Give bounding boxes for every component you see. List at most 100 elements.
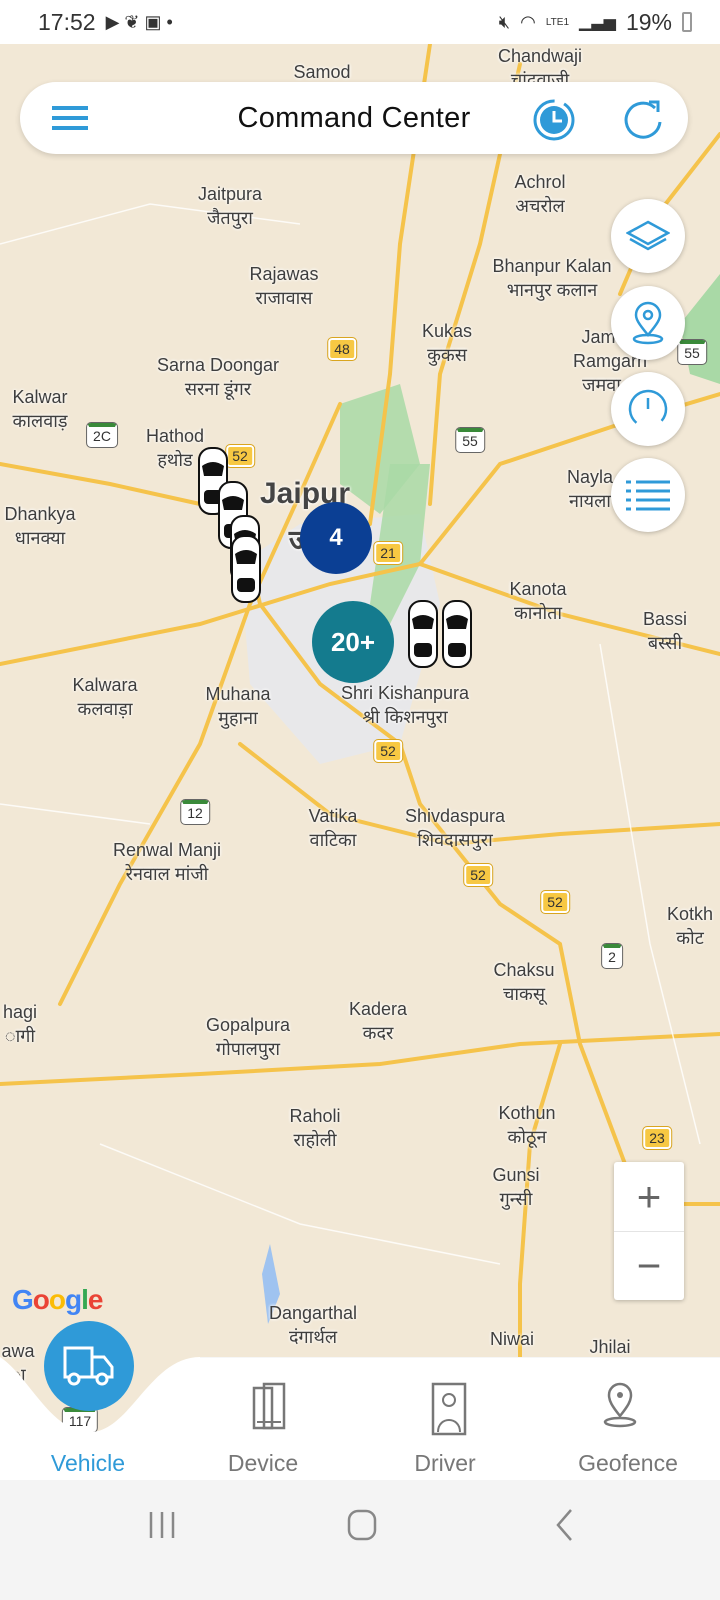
cluster-count: 4 — [329, 524, 343, 551]
signal-icon: ▁▃▅ — [579, 14, 616, 31]
map-place-label: राहोली — [293, 1130, 337, 1150]
highway-shield: 2C — [86, 422, 118, 448]
map-place-label: Kukas — [421, 321, 473, 341]
map-place-label: गोपालपुरा — [215, 1039, 281, 1059]
vehicle-cluster[interactable]: 4 — [300, 502, 372, 574]
vehicle-marker[interactable] — [406, 599, 440, 674]
map-place-label: Kothun — [498, 1103, 556, 1123]
map-place-label: Vatika — [308, 806, 358, 826]
recent-apps-button[interactable] — [148, 1510, 178, 1540]
geofence-icon[interactable] — [600, 1380, 640, 1434]
map-place-label: hagi — [2, 1002, 38, 1022]
vehicle-cluster[interactable]: 20+ — [312, 601, 394, 683]
highway-shield: 55 — [455, 427, 485, 453]
layers-button[interactable] — [611, 199, 685, 273]
highway-shield: 12 — [180, 799, 210, 825]
map-place-label: धानक्या — [14, 528, 66, 548]
page-title: Command Center — [237, 101, 471, 134]
speedometer-button[interactable] — [611, 372, 685, 446]
clock-history-icon[interactable] — [532, 98, 576, 142]
zoom-out-button[interactable]: − — [614, 1231, 684, 1300]
notification-icons: ▶ ❦ ▣ • — [105, 11, 173, 32]
map-place-label: Chaksu — [493, 960, 555, 980]
map-place-label: Rajawas — [249, 264, 319, 284]
map-place-label: गुन्सी — [499, 1189, 533, 1209]
map-place-label: Achrol — [514, 172, 566, 192]
map-place-label: ागी — [4, 1026, 36, 1046]
vehicle-marker[interactable] — [440, 599, 474, 674]
map-place-label: कानोता — [513, 603, 563, 623]
map-place-label: चाकसू — [502, 984, 546, 1004]
tab-device-label[interactable]: Device — [228, 1450, 298, 1477]
map-place-label: Dhankya — [4, 504, 76, 524]
list-icon — [626, 480, 670, 511]
map-place-label: कलवाड़ा — [77, 699, 133, 719]
highway-shield: 55 — [677, 339, 707, 365]
network-label: LTE1 — [545, 16, 570, 28]
map-place-label: राजावास — [255, 288, 313, 308]
map-place-label: Gopalpura — [205, 1015, 291, 1035]
mute-icon: 🔇︎ — [498, 11, 511, 32]
map-roads — [0, 44, 720, 1480]
map-view[interactable]: Chandwaji चांदवाजी Samod Jaitpura जैतपुरा Ach… — [0, 44, 720, 1480]
wifi-icon: ◠ — [520, 11, 536, 32]
map-place-label: मुहाना — [218, 708, 258, 728]
highway-shield: 23 — [642, 1126, 672, 1150]
driver-icon[interactable] — [430, 1382, 470, 1436]
map-place-label: Kotkh — [666, 904, 714, 924]
map-place-label: कदर — [362, 1023, 394, 1043]
map-place-label: हथोड — [157, 450, 193, 470]
map-place-label: सरना डूंगर — [184, 379, 252, 399]
map-place-label: रेनवाल मांजी — [125, 864, 209, 884]
highway-shield: 52 — [540, 890, 570, 914]
map-place-label: जैतपुरा — [207, 208, 253, 228]
map-place-label: भानपुर कलान — [506, 280, 598, 300]
highway-shield: 52 — [373, 739, 403, 763]
zoom-in-button[interactable]: + — [614, 1162, 684, 1231]
map-place-label: Sarna Doongar — [156, 355, 280, 375]
map-place-label: Muhana — [205, 684, 271, 704]
location-pin-icon — [632, 301, 664, 345]
back-button[interactable] — [555, 1508, 575, 1542]
cluster-count: 20+ — [330, 626, 376, 657]
device-icon[interactable] — [252, 1382, 288, 1436]
refresh-icon[interactable] — [622, 98, 664, 140]
home-button[interactable] — [347, 1509, 379, 1541]
map-place-label: Nayla — [566, 467, 614, 487]
map-place-label: शिवदासपुरा — [417, 830, 493, 850]
map-place-label: अचरोल — [515, 196, 565, 216]
layers-icon — [626, 220, 670, 251]
list-button[interactable] — [611, 458, 685, 532]
map-place-label: Jaitpura — [197, 184, 263, 204]
highway-shield: 2 — [601, 943, 623, 969]
location-button[interactable] — [611, 286, 685, 360]
map-place-label: कुकस — [427, 345, 467, 365]
google-logo: Google — [12, 1284, 103, 1315]
header-bar: Command Center — [20, 82, 688, 154]
map-place-label: Dangarthal — [268, 1303, 358, 1323]
map-place-label: Bhanpur Kalan — [492, 256, 612, 276]
highway-shield: 48 — [327, 337, 357, 361]
map-place-label: Kalwar — [12, 387, 68, 407]
system-nav-bar — [0, 1480, 720, 1600]
tab-geofence-label[interactable]: Geofence — [578, 1450, 678, 1477]
tab-driver-label[interactable]: Driver — [414, 1450, 475, 1477]
highway-shield: 21 — [373, 541, 403, 565]
battery-level: 19% — [625, 8, 672, 35]
map-place-label: Kanota — [509, 579, 567, 599]
tab-vehicle-label[interactable]: Vehicle — [51, 1450, 125, 1477]
map-place-label: Gunsi — [492, 1165, 540, 1185]
map-place-label: श्री किशनपुरा — [362, 707, 448, 727]
vehicle-marker[interactable] — [229, 534, 263, 609]
map-place-label: Shri Kishanpura — [340, 683, 470, 703]
map-place-label: Raholi — [289, 1106, 341, 1126]
map-place-label: Renwal Manji — [112, 840, 222, 860]
highway-shield: 52 — [225, 444, 255, 468]
vehicle-tab[interactable] — [44, 1321, 134, 1411]
map-place-label: नायला — [569, 491, 611, 511]
map-place-label: Kalwara — [72, 675, 138, 695]
status-time: 17:52 — [38, 8, 96, 35]
map-place-label: बस्सी — [647, 633, 683, 653]
map-place-label: Niwai — [489, 1329, 535, 1349]
battery-icon — [682, 12, 692, 32]
